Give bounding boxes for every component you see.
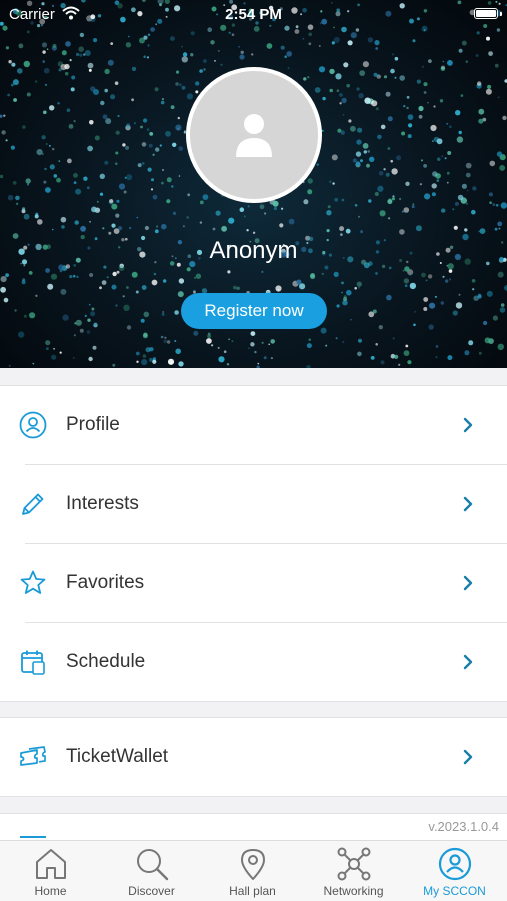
menu-item-label: Interests xyxy=(66,493,139,514)
version-label: v.2023.1.0.4 xyxy=(428,819,499,834)
tab-bar: Home Discover Hall plan Networking My SC… xyxy=(0,840,507,901)
menu-group-tickets: TicketWallet xyxy=(0,717,507,797)
menu-item-ticketwallet[interactable]: TicketWallet xyxy=(0,718,507,796)
user-circle-icon xyxy=(438,847,472,881)
menu-item-label: Profile xyxy=(66,414,120,435)
tab-label: Home xyxy=(34,884,67,898)
register-button[interactable]: Register now xyxy=(181,293,327,329)
menu-group-account: Profile Interests Favorites Schedule xyxy=(0,385,507,702)
clock: 2:54 PM xyxy=(225,6,282,23)
person-circle-icon xyxy=(19,411,47,439)
menu-item-label: Favorites xyxy=(66,572,145,593)
network-icon xyxy=(337,847,371,881)
person-placeholder-icon xyxy=(236,114,272,157)
tab-networking[interactable]: Networking xyxy=(303,841,404,901)
menu-item-label: Schedule xyxy=(66,651,146,672)
profile-header: Carrier 2:54 PM Anonym Register now xyxy=(0,0,507,368)
pencil-icon xyxy=(19,490,47,518)
menu-item-favorites[interactable]: Favorites xyxy=(0,544,507,622)
tab-label: Networking xyxy=(323,884,384,898)
menu-item-label: TicketWallet xyxy=(66,746,169,767)
tab-label: Discover xyxy=(128,884,175,898)
chevron-right-icon xyxy=(463,749,473,770)
user-name: Anonym xyxy=(209,237,298,264)
tab-my-sccon[interactable]: My SCCON xyxy=(404,841,505,901)
search-icon xyxy=(137,849,169,881)
tab-hall-plan[interactable]: Hall plan xyxy=(202,841,303,901)
menu-item-schedule[interactable]: Schedule xyxy=(0,623,507,701)
avatar[interactable] xyxy=(186,67,322,203)
chevron-right-icon xyxy=(463,575,473,596)
tab-discover[interactable]: Discover xyxy=(101,841,202,901)
star-icon xyxy=(19,569,47,597)
ticket-icon xyxy=(19,743,47,771)
tab-label: Hall plan xyxy=(229,884,276,898)
home-icon xyxy=(36,849,66,879)
status-bar: Carrier 2:54 PM xyxy=(0,0,507,28)
map-pin-icon xyxy=(241,849,265,880)
chevron-right-icon xyxy=(463,654,473,675)
tab-label: My SCCON xyxy=(423,884,486,898)
chevron-right-icon xyxy=(463,496,473,517)
battery-icon xyxy=(474,8,498,19)
chevron-right-icon xyxy=(463,417,473,438)
calendar-icon xyxy=(19,648,47,676)
menu-item-interests[interactable]: Interests xyxy=(0,465,507,543)
menu-item-profile[interactable]: Profile xyxy=(0,386,507,464)
tab-home[interactable]: Home xyxy=(0,841,101,901)
